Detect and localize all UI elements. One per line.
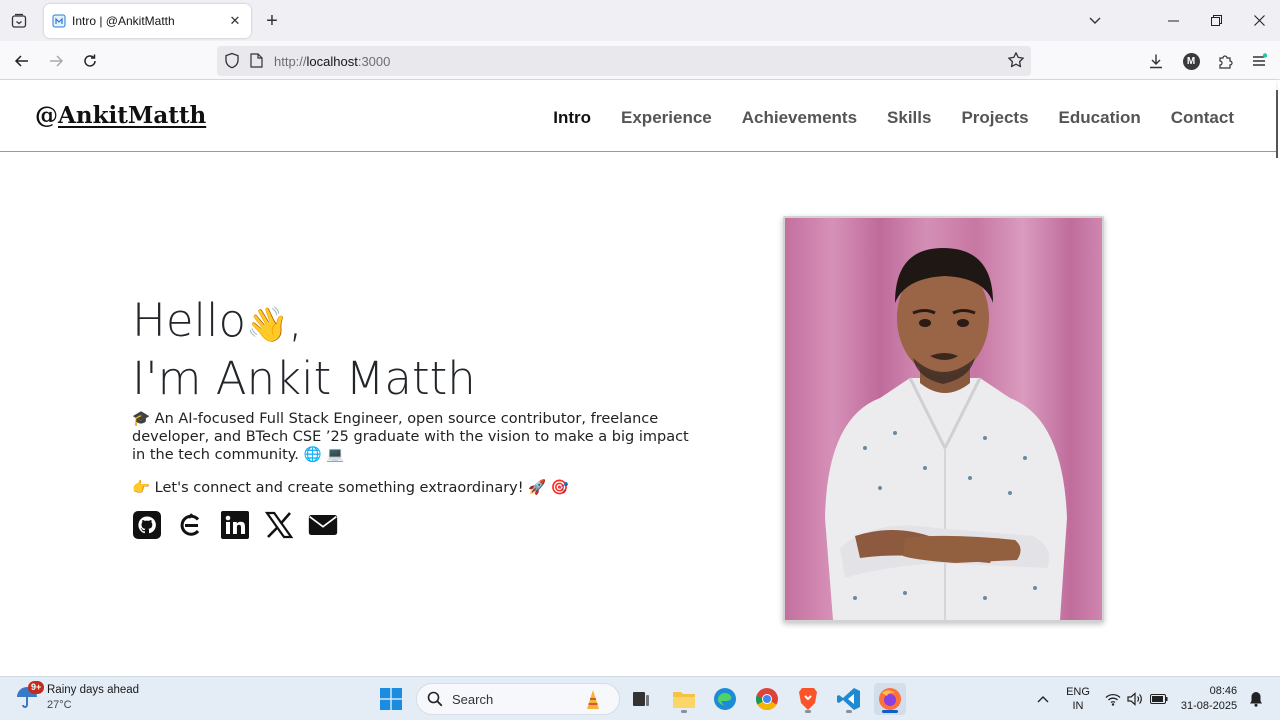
tracking-protection-shield-icon[interactable] bbox=[224, 52, 240, 74]
weather-title: Rainy days ahead bbox=[47, 684, 140, 696]
vscode-icon[interactable] bbox=[833, 683, 865, 715]
system-clock[interactable]: 08:46 31-08-2025 bbox=[1176, 677, 1242, 721]
rain-umbrella-icon: 9+ bbox=[14, 681, 45, 712]
chrome-browser-icon[interactable] bbox=[751, 683, 783, 715]
restore-window-icon[interactable] bbox=[1194, 0, 1238, 41]
search-highlight-icon bbox=[583, 689, 603, 716]
task-view-icon[interactable] bbox=[625, 683, 657, 715]
github-icon[interactable] bbox=[132, 510, 162, 540]
nav-link-intro[interactable]: Intro bbox=[553, 108, 591, 128]
site-header: @AnkitMatth Intro Experience Achievement… bbox=[0, 80, 1276, 152]
nav-link-achievements[interactable]: Achievements bbox=[742, 108, 857, 128]
name-heading: I'm Ankit Matth bbox=[132, 352, 476, 405]
tab-overflow-chevron-icon[interactable] bbox=[1073, 0, 1117, 41]
downloads-icon[interactable] bbox=[1144, 49, 1168, 73]
nav-link-education[interactable]: Education bbox=[1059, 108, 1141, 128]
page-info-icon[interactable] bbox=[250, 53, 263, 73]
windows-taskbar: 9+ Rainy days ahead 27°C Search ENG IN 0… bbox=[0, 676, 1280, 720]
clock-time: 08:46 bbox=[1209, 685, 1238, 697]
site-navigation: Intro Experience Achievements Skills Pro… bbox=[523, 108, 1234, 128]
browser-navigation-bar: http://localhost:3000 M bbox=[0, 41, 1280, 80]
tab-title: Intro | @AnkitMatth bbox=[72, 14, 175, 28]
app-menu-icon[interactable] bbox=[1247, 49, 1271, 73]
weather-widget[interactable]: 9+ Rainy days ahead 27°C bbox=[14, 681, 140, 713]
bio-paragraph: 🎓 An AI-focused Full Stack Engineer, ope… bbox=[132, 411, 689, 463]
cta-text: 👉 Let's connect and create something ext… bbox=[132, 480, 569, 496]
notification-bell-icon[interactable] bbox=[1246, 677, 1266, 721]
search-label: Search bbox=[452, 691, 494, 707]
nav-link-projects[interactable]: Projects bbox=[961, 108, 1028, 128]
wifi-icon[interactable] bbox=[1103, 677, 1123, 721]
extensions-puzzle-icon[interactable] bbox=[1213, 49, 1237, 73]
firefox-browser-icon[interactable] bbox=[874, 683, 906, 715]
forward-arrow-icon[interactable] bbox=[43, 48, 69, 74]
url-bar[interactable]: http://localhost:3000 bbox=[217, 46, 1031, 76]
language-indicator[interactable]: ENG IN bbox=[1062, 677, 1094, 721]
minimize-window-icon[interactable] bbox=[1151, 0, 1195, 41]
x-icon[interactable] bbox=[264, 510, 294, 540]
browser-tab-bar: Intro | @AnkitMatth ✕ + bbox=[0, 0, 1280, 41]
nav-link-contact[interactable]: Contact bbox=[1171, 108, 1234, 128]
site-logo[interactable]: @AnkitMatth bbox=[35, 102, 206, 129]
social-links bbox=[132, 510, 338, 540]
hello-comma: , bbox=[288, 294, 303, 347]
reload-icon[interactable] bbox=[77, 48, 103, 74]
wave-emoji-icon: 👋 bbox=[246, 305, 289, 345]
search-icon bbox=[427, 691, 443, 707]
email-icon[interactable] bbox=[308, 510, 338, 540]
bookmark-star-icon[interactable] bbox=[1007, 51, 1025, 74]
brave-browser-icon[interactable] bbox=[792, 683, 824, 715]
notification-badge: 9+ bbox=[28, 681, 45, 694]
tab-close-icon[interactable]: ✕ bbox=[227, 13, 243, 29]
close-window-icon[interactable] bbox=[1237, 0, 1280, 41]
tab-list-icon[interactable] bbox=[8, 10, 30, 32]
profile-photo bbox=[783, 216, 1104, 622]
page-scrollbar[interactable] bbox=[1276, 90, 1278, 158]
nav-link-experience[interactable]: Experience bbox=[621, 108, 712, 128]
weather-temperature: 27°C bbox=[47, 699, 72, 711]
nav-link-skills[interactable]: Skills bbox=[887, 108, 931, 128]
file-explorer-icon[interactable] bbox=[668, 683, 700, 715]
new-tab-icon[interactable]: + bbox=[261, 10, 283, 32]
url-text[interactable]: http://localhost:3000 bbox=[274, 54, 390, 69]
hello-text: Hello bbox=[132, 294, 247, 347]
hashnode-icon[interactable] bbox=[176, 510, 206, 540]
language-code: ENG bbox=[1066, 686, 1090, 698]
edge-browser-icon[interactable] bbox=[709, 683, 741, 715]
hero-heading: Hello👋, I'm Ankit Matth bbox=[132, 294, 476, 406]
linkedin-icon[interactable] bbox=[220, 510, 250, 540]
volume-icon[interactable] bbox=[1125, 677, 1145, 721]
back-arrow-icon[interactable] bbox=[9, 48, 35, 74]
battery-icon[interactable] bbox=[1148, 677, 1170, 721]
region-code: IN bbox=[1072, 700, 1084, 712]
account-avatar-initial: M bbox=[1182, 52, 1200, 70]
page-favicon-icon bbox=[52, 14, 66, 28]
taskbar-search-box[interactable]: Search bbox=[416, 683, 620, 715]
intro-section: Hello👋, I'm Ankit Matth 🎓 An AI-focused … bbox=[0, 152, 1276, 675]
show-hidden-icons-chevron-icon[interactable] bbox=[1032, 677, 1054, 721]
profile-photo-illustration bbox=[785, 218, 1102, 620]
browser-tab-active[interactable]: Intro | @AnkitMatth ✕ bbox=[44, 4, 251, 38]
clock-date: 31-08-2025 bbox=[1180, 700, 1238, 712]
account-avatar[interactable]: M bbox=[1179, 49, 1203, 73]
windows-start-icon[interactable] bbox=[375, 683, 407, 715]
